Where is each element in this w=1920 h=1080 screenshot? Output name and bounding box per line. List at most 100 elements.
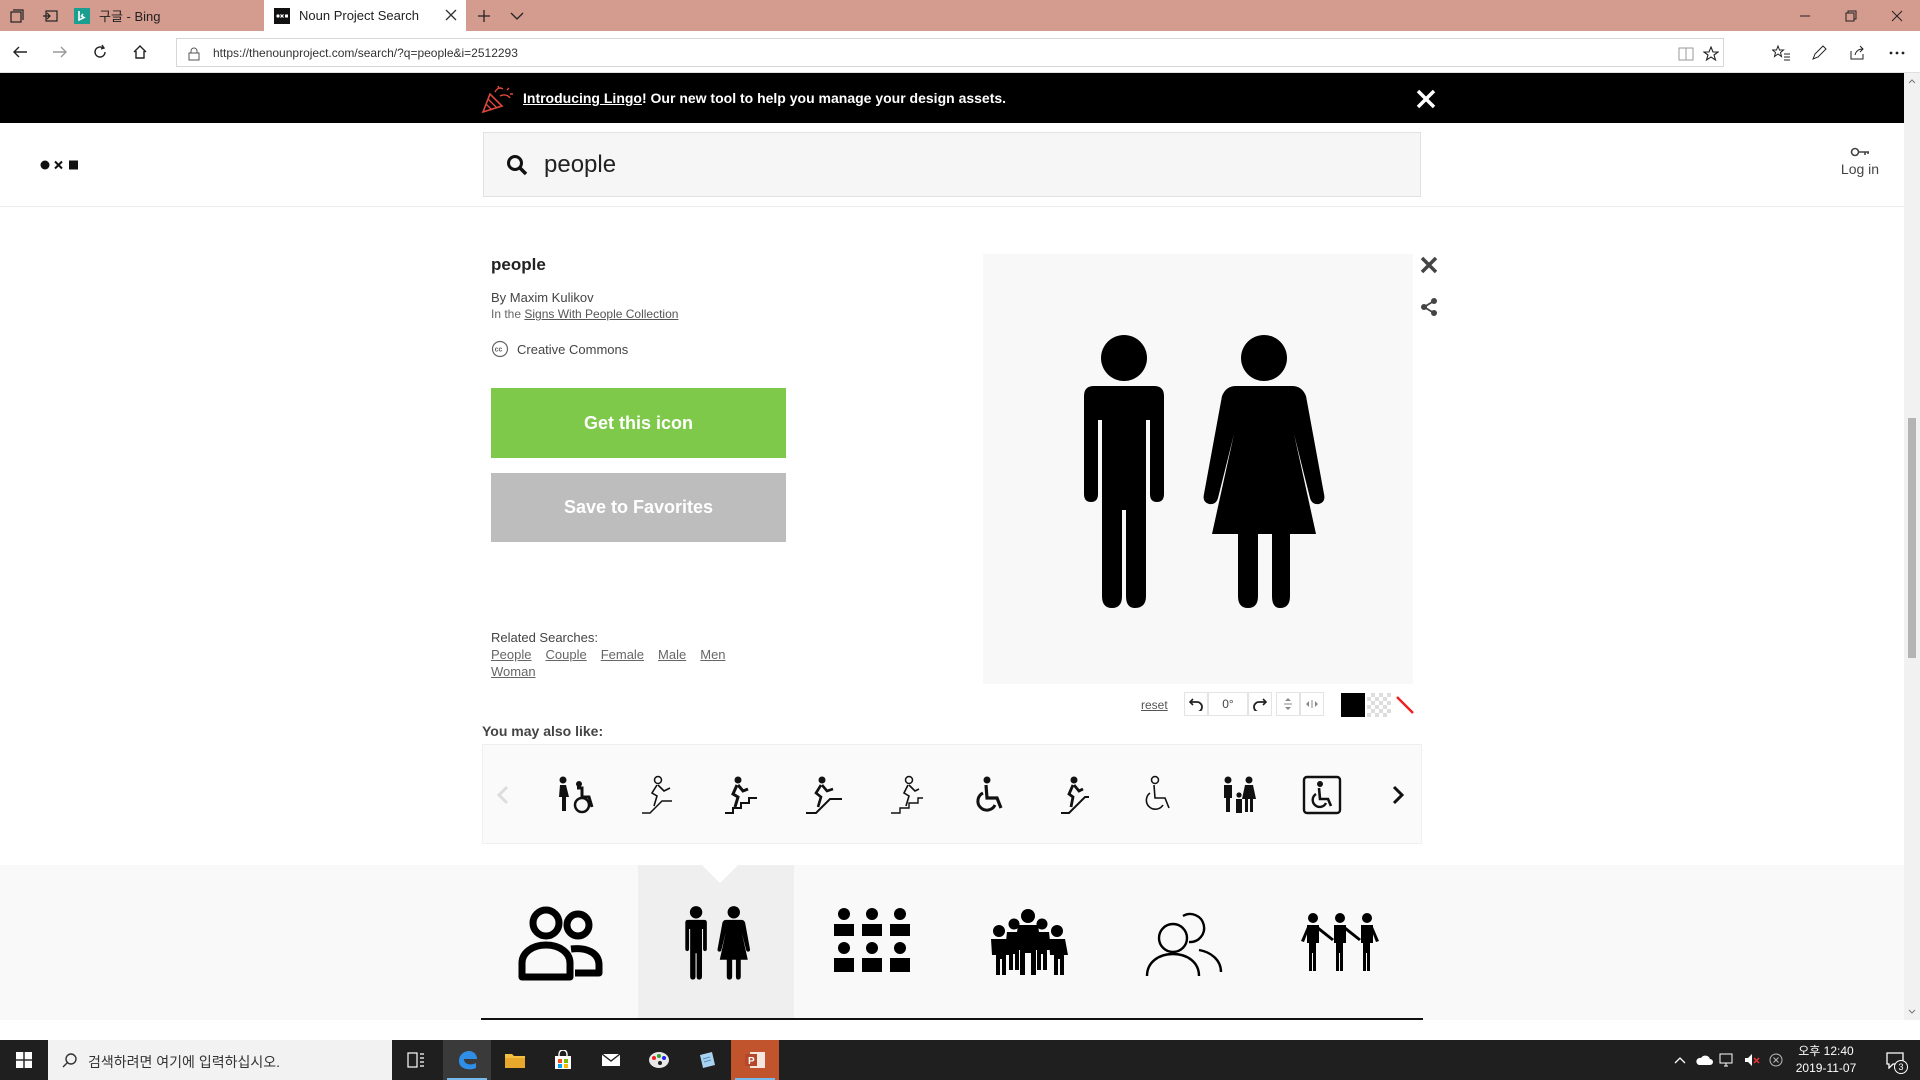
chevron-right-icon[interactable] [1388, 783, 1408, 807]
related-link-female[interactable]: Female [601, 647, 644, 662]
task-view-button[interactable] [392, 1040, 440, 1080]
onedrive-tray[interactable] [1694, 1050, 1714, 1070]
mail-taskbar-app[interactable] [587, 1040, 635, 1080]
people-group-icon [518, 906, 603, 980]
related-link-male[interactable]: Male [658, 647, 686, 662]
edge-icon [459, 1051, 477, 1070]
notes-taskbar-app[interactable] [683, 1040, 731, 1080]
taskbar-search-box[interactable]: 검색하려면 여기에 입력하십시오. [48, 1040, 392, 1080]
also-item[interactable] [802, 773, 846, 817]
forward-button[interactable] [44, 36, 76, 68]
no-background-swatch[interactable] [1393, 693, 1417, 717]
icon-author: By Maxim Kulikov [491, 290, 594, 305]
related-link-couple[interactable]: Couple [545, 647, 586, 662]
wheelchair-pushing-icon [559, 776, 594, 814]
favorite-star-icon[interactable] [1702, 45, 1720, 63]
also-item[interactable] [968, 773, 1012, 817]
also-item[interactable] [636, 773, 680, 817]
tab-noun-project[interactable]: Noun Project Search [264, 0, 466, 31]
flip-horizontal-button[interactable] [1300, 692, 1324, 716]
share-icon[interactable] [1419, 297, 1439, 317]
related-link-woman[interactable]: Woman [491, 664, 536, 679]
tab-preview-button[interactable] [500, 0, 533, 31]
also-item[interactable] [719, 773, 763, 817]
close-icon [1891, 10, 1903, 21]
action-center[interactable]: 3 [1882, 1050, 1908, 1074]
reset-link[interactable]: reset [1141, 698, 1168, 712]
url-field[interactable]: https://thenounproject.com/search/?q=peo… [176, 38, 1724, 67]
folder-icon [505, 1054, 525, 1068]
result-item[interactable] [950, 865, 1106, 1020]
web-note-button[interactable] [1804, 38, 1834, 68]
taskbar-clock[interactable]: 오후 12:40 2019-11-07 [1776, 1043, 1876, 1077]
edge-taskbar-app[interactable] [443, 1040, 491, 1080]
icon-collection: In the Signs With People Collection [491, 307, 678, 321]
new-tab-button[interactable] [467, 0, 500, 31]
minimize-button[interactable] [1782, 0, 1828, 31]
powerpoint-taskbar-app[interactable]: P [731, 1040, 779, 1080]
rotation-input[interactable]: 0° [1208, 692, 1248, 716]
taskbar-search-placeholder: 검색하려면 여기에 입력하십시오. [88, 1054, 280, 1070]
file-explorer-taskbar-app[interactable] [491, 1040, 539, 1080]
set-tabs-aside-button[interactable] [33, 0, 66, 31]
scrollbar-thumb[interactable] [1908, 418, 1916, 658]
also-item[interactable] [1217, 773, 1261, 817]
show-hidden-icons[interactable] [1670, 1050, 1690, 1070]
close-tab-icon[interactable] [444, 8, 458, 22]
volume-tray[interactable] [1742, 1050, 1762, 1070]
more-menu-button[interactable] [1882, 38, 1912, 68]
color-black-swatch[interactable] [1341, 693, 1365, 717]
escalator-person-icon [642, 775, 672, 814]
start-button[interactable] [0, 1040, 48, 1080]
lock-icon [185, 45, 203, 63]
tabs-aside-icon [42, 9, 58, 22]
collection-link[interactable]: Signs With People Collection [524, 307, 678, 321]
also-item[interactable] [885, 773, 929, 817]
related-link-men[interactable]: Men [700, 647, 725, 662]
close-window-button[interactable] [1874, 0, 1920, 31]
network-tray[interactable] [1718, 1050, 1738, 1070]
back-button[interactable] [4, 36, 36, 68]
result-item[interactable] [794, 865, 950, 1020]
result-item[interactable] [482, 865, 638, 1020]
also-item[interactable] [1051, 773, 1095, 817]
flip-vertical-button[interactable] [1276, 692, 1300, 716]
related-link-people[interactable]: People [491, 647, 531, 662]
home-button[interactable] [124, 36, 156, 68]
result-item-selected[interactable] [638, 865, 794, 1020]
rotate-right-button[interactable] [1248, 692, 1272, 716]
clock-time: 오후 12:40 [1798, 1044, 1854, 1058]
save-favorites-button[interactable]: Save to Favorites [491, 473, 786, 542]
also-item[interactable] [1300, 773, 1344, 817]
restore-button[interactable] [1828, 0, 1874, 31]
scroll-down-icon[interactable] [1904, 1006, 1920, 1018]
search-input[interactable] [544, 147, 1244, 183]
result-item[interactable] [1106, 865, 1262, 1020]
arrow-left-icon [13, 46, 27, 58]
store-taskbar-app[interactable] [539, 1040, 587, 1080]
close-banner-icon[interactable] [1415, 88, 1437, 110]
tab-bing[interactable]: 구글 - Bing [66, 0, 264, 31]
chevron-left-icon[interactable] [493, 783, 513, 807]
also-item[interactable] [1134, 773, 1178, 817]
noun-project-logo[interactable] [40, 159, 84, 171]
sticky-notes-icon [700, 1052, 715, 1068]
close-detail-icon[interactable] [1419, 255, 1439, 275]
share-browser-button[interactable] [1842, 38, 1872, 68]
paint-taskbar-app[interactable] [635, 1040, 683, 1080]
transparent-background-swatch[interactable] [1367, 693, 1391, 717]
reading-view-icon[interactable] [1677, 45, 1695, 63]
lingo-link[interactable]: Introducing Lingo [523, 90, 642, 106]
page-scrollbar[interactable] [1904, 73, 1920, 1020]
rotate-left-icon [1189, 698, 1203, 711]
refresh-button[interactable] [84, 36, 116, 68]
favorites-hub-button[interactable] [1766, 38, 1796, 68]
login-link[interactable]: Log in [1830, 147, 1890, 187]
mail-icon [601, 1053, 621, 1066]
result-item[interactable] [1262, 865, 1418, 1020]
rotate-left-button[interactable] [1184, 692, 1208, 716]
also-item[interactable] [553, 773, 597, 817]
scroll-up-icon[interactable] [1904, 75, 1920, 87]
tab-actions-button[interactable] [0, 0, 33, 31]
get-icon-button[interactable]: Get this icon [491, 388, 786, 458]
